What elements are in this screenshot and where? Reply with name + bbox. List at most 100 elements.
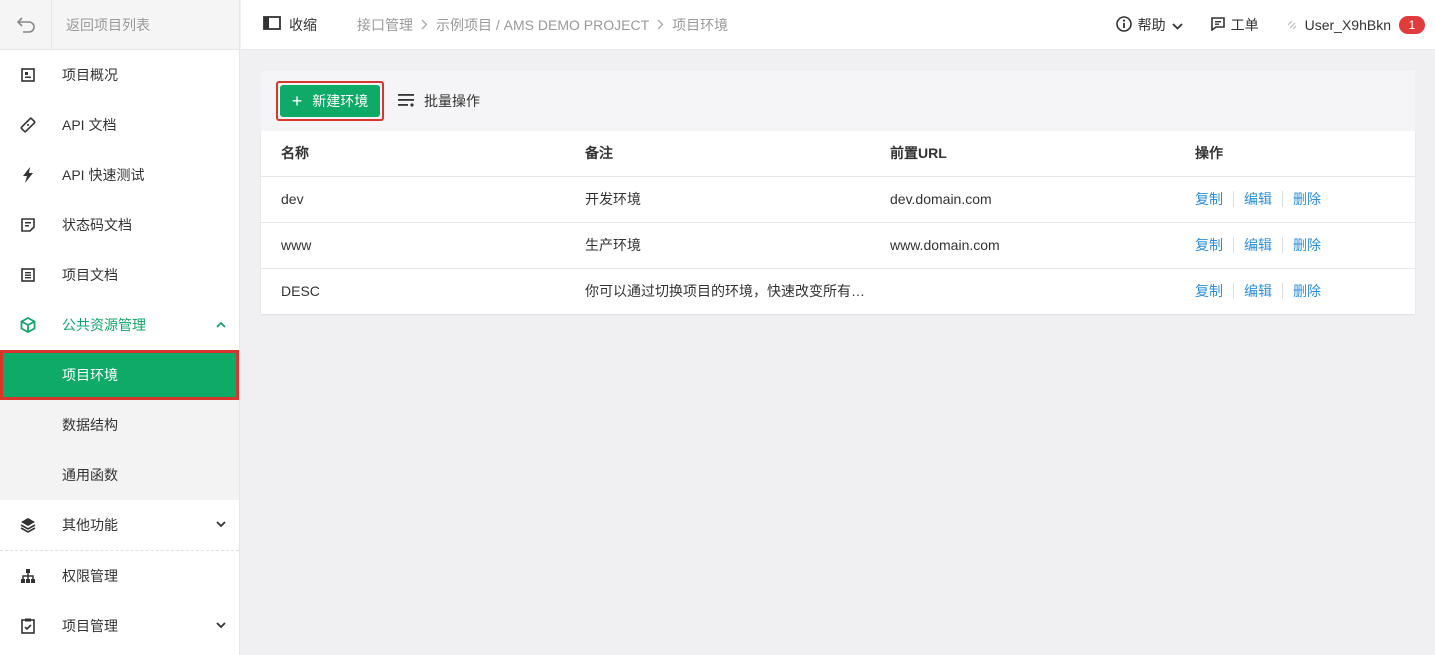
org-chart-icon bbox=[18, 566, 38, 586]
back-label[interactable]: 返回项目列表 bbox=[52, 15, 150, 35]
edit-link[interactable]: 编辑 bbox=[1244, 281, 1272, 301]
sidebar-group-other[interactable]: 其他功能 bbox=[0, 500, 239, 550]
delete-link[interactable]: 删除 bbox=[1293, 189, 1321, 209]
cell-note: 你可以通过切换项目的环境，快速改变所有API的前置URL bbox=[565, 268, 870, 314]
new-env-button[interactable]: + 新建环境 bbox=[280, 85, 380, 117]
chevron-down-icon bbox=[215, 619, 227, 631]
sidebar-item-common-functions[interactable]: 通用函数 bbox=[0, 450, 239, 500]
chevron-right-icon bbox=[657, 19, 664, 30]
edit-link[interactable]: 编辑 bbox=[1244, 235, 1272, 255]
copy-link[interactable]: 复制 bbox=[1195, 281, 1223, 301]
breadcrumb-item[interactable]: 示例项目 / AMS DEMO PROJECT bbox=[436, 15, 649, 35]
action-divider bbox=[1282, 237, 1283, 253]
copy-link[interactable]: 复制 bbox=[1195, 189, 1223, 209]
sidebar-item-label: 通用函数 bbox=[62, 467, 118, 483]
sidebar-item-api-doc[interactable]: API 文档 bbox=[0, 100, 239, 150]
sidebar-item-label: 项目概况 bbox=[62, 67, 118, 83]
plus-icon: + bbox=[291, 91, 303, 111]
cell-note-text: 你可以通过切换项目的环境，快速改变所有API的前置URL bbox=[585, 283, 870, 300]
column-header-note: 备注 bbox=[565, 131, 870, 177]
back-arrow-icon[interactable] bbox=[0, 0, 52, 50]
toolbar: + 新建环境 批量操作 bbox=[261, 71, 1415, 131]
info-icon bbox=[1115, 15, 1132, 35]
sidebar-item-permission[interactable]: 权限管理 bbox=[0, 551, 239, 601]
column-header-name: 名称 bbox=[261, 131, 565, 177]
sidebar-group-project-manage[interactable]: 项目管理 bbox=[0, 601, 239, 651]
chevron-down-icon bbox=[215, 518, 227, 530]
sidebar-item-label: API 快速测试 bbox=[62, 167, 145, 183]
sidebar-item-project-env[interactable]: 项目环境 bbox=[0, 350, 239, 400]
delete-link[interactable]: 删除 bbox=[1293, 281, 1321, 301]
column-header-url: 前置URL bbox=[870, 131, 1175, 177]
bulk-actions-button[interactable]: 批量操作 bbox=[398, 91, 480, 111]
sidebar-group-label: 其他功能 bbox=[62, 517, 118, 533]
action-divider bbox=[1233, 283, 1234, 300]
chevron-up-icon bbox=[215, 318, 227, 330]
env-table: 名称 备注 前置URL 操作 dev 开发环境 dev.domain.com 复… bbox=[261, 131, 1415, 314]
cell-name: dev bbox=[261, 176, 565, 223]
cell-name: www bbox=[261, 222, 565, 269]
sidebar-group-public-resources[interactable]: 公共资源管理 bbox=[0, 300, 239, 350]
cell-url bbox=[870, 268, 1175, 314]
layers-icon bbox=[18, 515, 38, 535]
action-divider bbox=[1282, 191, 1283, 207]
breadcrumb-item[interactable]: 接口管理 bbox=[357, 15, 413, 35]
lightning-icon bbox=[18, 165, 38, 185]
column-header-actions: 操作 bbox=[1175, 131, 1415, 177]
cell-actions: 复制 编辑 删除 bbox=[1175, 222, 1415, 269]
collapse-button[interactable]: 收缩 bbox=[263, 15, 317, 35]
sidebar-item-status-doc[interactable]: 状态码文档 bbox=[0, 200, 239, 250]
sidebar-group-label: 项目管理 bbox=[62, 618, 118, 634]
chevron-right-icon bbox=[421, 19, 428, 30]
table-header-row: 名称 备注 前置URL 操作 bbox=[261, 131, 1415, 177]
breadcrumb-item-current: 项目环境 bbox=[672, 16, 729, 33]
cell-note: 生产环境 bbox=[565, 222, 870, 269]
user-avatar-icon bbox=[1287, 17, 1297, 33]
collapse-label: 收缩 bbox=[289, 16, 317, 33]
cell-note: 开发环境 bbox=[565, 176, 870, 223]
new-env-highlight: + 新建环境 bbox=[276, 81, 384, 121]
api-doc-icon bbox=[18, 115, 38, 135]
sidebar-item-data-structure[interactable]: 数据结构 bbox=[0, 400, 239, 450]
sidebar-item-label: 权限管理 bbox=[62, 568, 118, 584]
sidebar-group-label: 公共资源管理 bbox=[62, 317, 146, 333]
delete-link[interactable]: 删除 bbox=[1293, 235, 1321, 255]
cell-actions: 复制 编辑 删除 bbox=[1175, 176, 1415, 223]
cell-url: www.domain.com bbox=[870, 222, 1175, 269]
edit-link[interactable]: 编辑 bbox=[1244, 189, 1272, 209]
sidebar-item-overview[interactable]: 项目概况 bbox=[0, 50, 239, 100]
new-env-label: 新建环境 bbox=[312, 93, 369, 109]
breadcrumb: 接口管理 示例项目 / AMS DEMO PROJECT 项目环境 bbox=[357, 15, 728, 35]
cube-icon bbox=[18, 315, 38, 335]
action-divider bbox=[1282, 283, 1283, 300]
sidebar-item-label: 数据结构 bbox=[62, 417, 118, 433]
copy-link[interactable]: 复制 bbox=[1195, 235, 1223, 255]
table-row: dev 开发环境 dev.domain.com 复制 编辑 删除 bbox=[261, 176, 1415, 223]
sidebar-submenu: 项目环境 数据结构 通用函数 bbox=[0, 350, 239, 500]
status-doc-icon bbox=[18, 215, 38, 235]
user-menu[interactable]: User_X9hBkn 1 bbox=[1287, 16, 1435, 34]
topbar-right: 帮助 工单 User_X9hBkn 1 bbox=[1115, 0, 1435, 50]
user-name: User_X9hBkn bbox=[1304, 17, 1391, 33]
help-menu[interactable]: 帮助 bbox=[1115, 15, 1183, 35]
notification-badge[interactable]: 1 bbox=[1399, 16, 1425, 34]
sidebar-toggle-icon bbox=[263, 16, 281, 33]
action-divider bbox=[1233, 237, 1234, 253]
sidebar-item-label: 项目文档 bbox=[62, 267, 118, 283]
ticket-icon bbox=[1210, 16, 1225, 34]
action-divider bbox=[1233, 191, 1234, 207]
sidebar-item-label: 状态码文档 bbox=[62, 217, 132, 233]
help-label: 帮助 bbox=[1137, 17, 1166, 33]
env-panel: + 新建环境 批量操作 名称 备注 前置URL 操作 dev 开发环境 dev.… bbox=[261, 71, 1415, 316]
sidebar-item-api-test[interactable]: API 快速测试 bbox=[0, 150, 239, 200]
table-row: DESC 你可以通过切换项目的环境，快速改变所有API的前置URL 复制 编辑 … bbox=[261, 268, 1415, 314]
sidebar-item-label: API 文档 bbox=[62, 117, 117, 133]
cell-url: dev.domain.com bbox=[870, 176, 1175, 223]
bulk-actions-label: 批量操作 bbox=[424, 93, 480, 109]
table-row: www 生产环境 www.domain.com 复制 编辑 删除 bbox=[261, 222, 1415, 269]
cell-name: DESC bbox=[281, 283, 320, 300]
ticket-button[interactable]: 工单 bbox=[1210, 15, 1259, 35]
back-to-project-list[interactable]: 返回项目列表 bbox=[0, 0, 239, 50]
list-settings-icon bbox=[398, 93, 416, 110]
sidebar-item-project-doc[interactable]: 项目文档 bbox=[0, 250, 239, 300]
